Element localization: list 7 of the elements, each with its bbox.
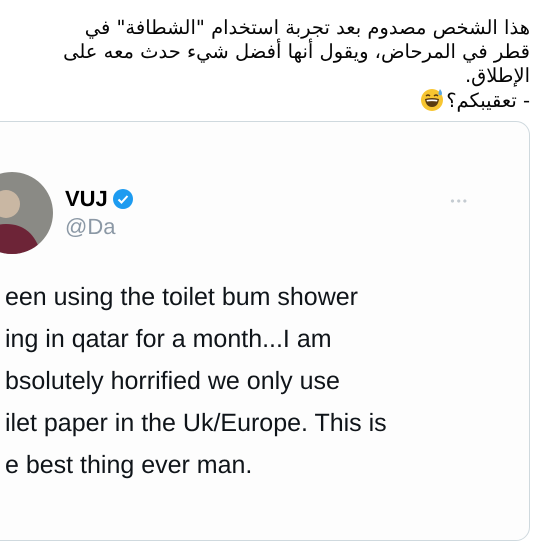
question-text: - تعقيبكم؟ [446, 89, 530, 113]
tweet-text: een using the toilet bum shower ing in qatar for a month...I am bsolutely horrified we only use ilet paper in the Uk/Europe. This is e best thing ever man. [4, 282, 388, 481]
user-handle: @Da [65, 213, 116, 241]
sweat-smile-icon [420, 88, 444, 112]
user-name: VUJ [65, 186, 108, 212]
post-text: هذا الشخص مصدوم بعد تجربة استخدام "الشطافة" في قطر في المرحاض، ويقول أنها أفضل شيء حدث معه على الإطلاق. [62, 16, 530, 88]
more-options-icon[interactable]: ••• [450, 192, 469, 210]
